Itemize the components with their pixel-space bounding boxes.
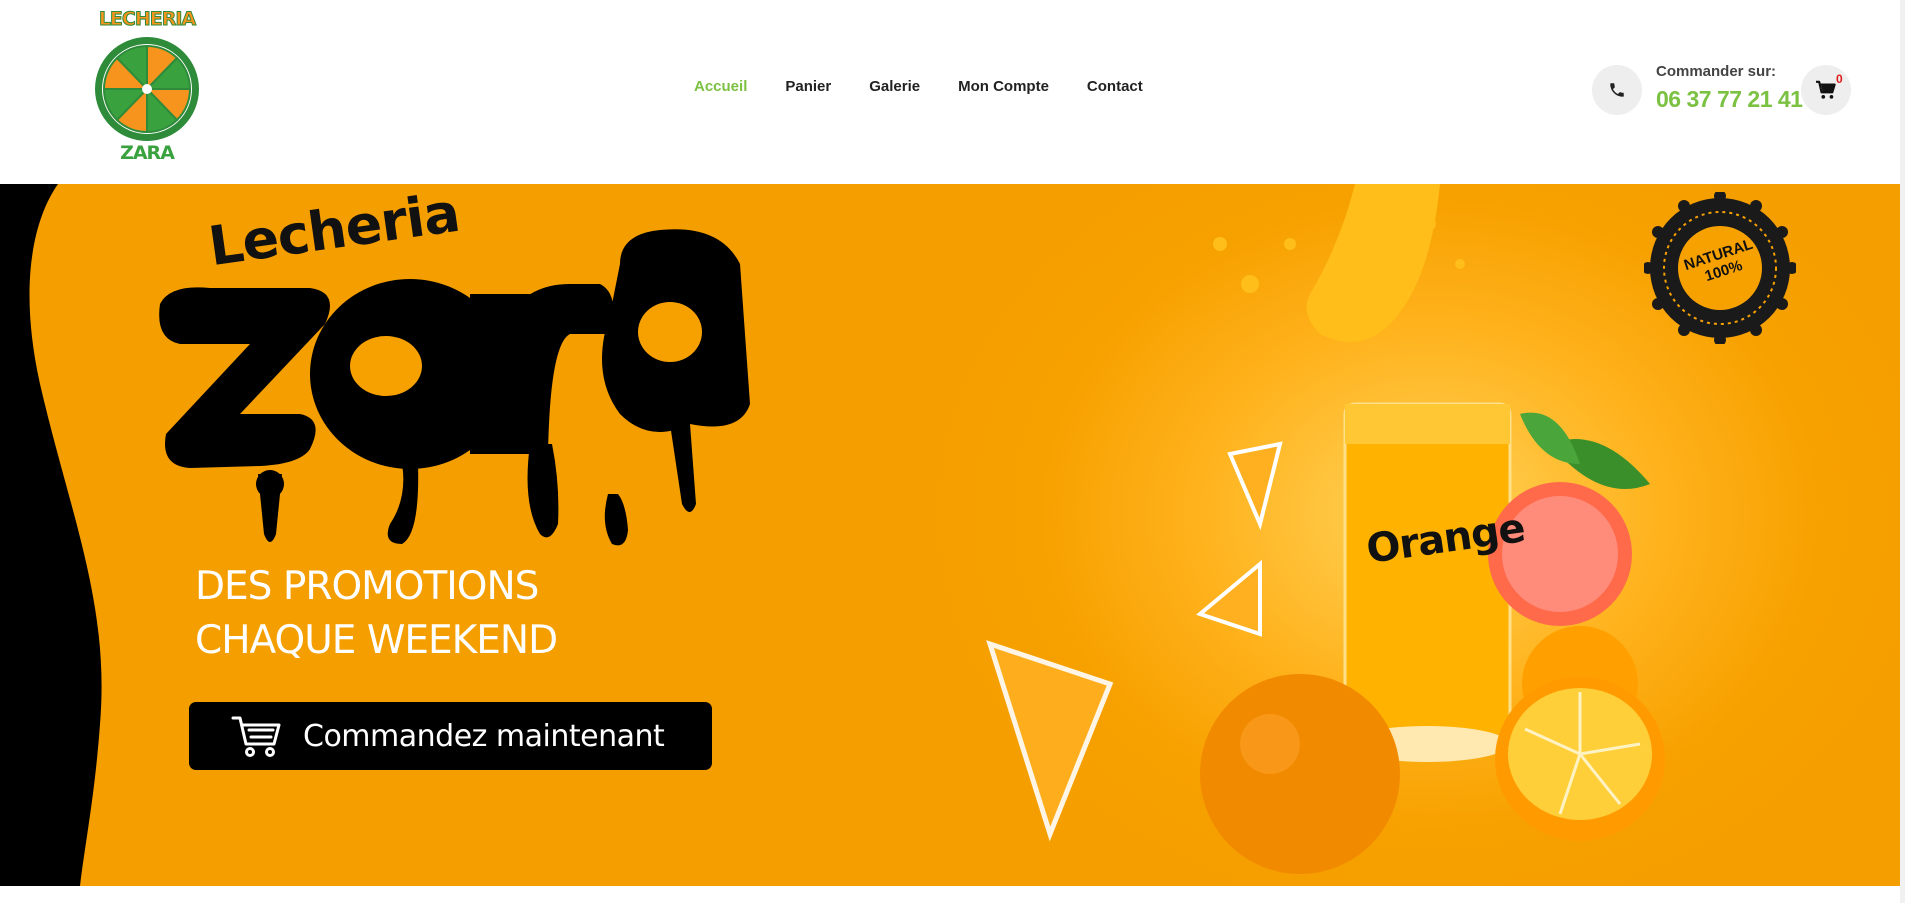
site-header: LECHERIA ZARA Accueil Panier Galerie Mon… bbox=[0, 0, 1905, 184]
order-now-button[interactable]: Commandez maintenant bbox=[189, 702, 712, 770]
promo-line-2: CHAQUE WEEKEND bbox=[195, 618, 558, 663]
page-scrollbar[interactable] bbox=[1900, 0, 1905, 903]
phone-icon bbox=[1610, 83, 1624, 97]
cart-icon bbox=[1816, 80, 1836, 99]
hero-brand-logo bbox=[159, 229, 750, 546]
nav-item-galerie[interactable]: Galerie bbox=[869, 78, 920, 95]
hero-banner: Lecheria DES PROMOTIONS CHAQUE WEEKEND C… bbox=[0, 184, 1900, 886]
logo-top-text: LECHERIA bbox=[98, 8, 196, 31]
promo-text: DES PROMOTIONS CHAQUE WEEKEND bbox=[195, 560, 558, 668]
orange-slice-logo-icon bbox=[95, 37, 199, 141]
phone-button[interactable] bbox=[1592, 65, 1642, 115]
nav-item-panier[interactable]: Panier bbox=[785, 78, 831, 95]
site-logo[interactable]: LECHERIA ZARA bbox=[92, 6, 202, 166]
promo-line-1: DES PROMOTIONS bbox=[195, 564, 539, 609]
cart-icon bbox=[231, 716, 281, 757]
order-phone-number[interactable]: 06 37 77 21 41 bbox=[1656, 86, 1803, 113]
black-swoosh-decoration bbox=[0, 184, 102, 886]
order-label: Commander sur: bbox=[1656, 63, 1777, 80]
order-now-label: Commandez maintenant bbox=[303, 718, 665, 754]
orange-juice-illustration bbox=[986, 184, 1665, 874]
cart-count-badge: 0 bbox=[1836, 72, 1843, 86]
main-nav: Accueil Panier Galerie Mon Compte Contac… bbox=[694, 78, 1181, 95]
nav-item-contact[interactable]: Contact bbox=[1087, 78, 1143, 95]
nav-item-mon-compte[interactable]: Mon Compte bbox=[958, 78, 1049, 95]
nav-item-accueil[interactable]: Accueil bbox=[694, 78, 747, 95]
logo-bottom-text: ZARA bbox=[120, 142, 175, 164]
cart-button[interactable] bbox=[1801, 65, 1851, 115]
